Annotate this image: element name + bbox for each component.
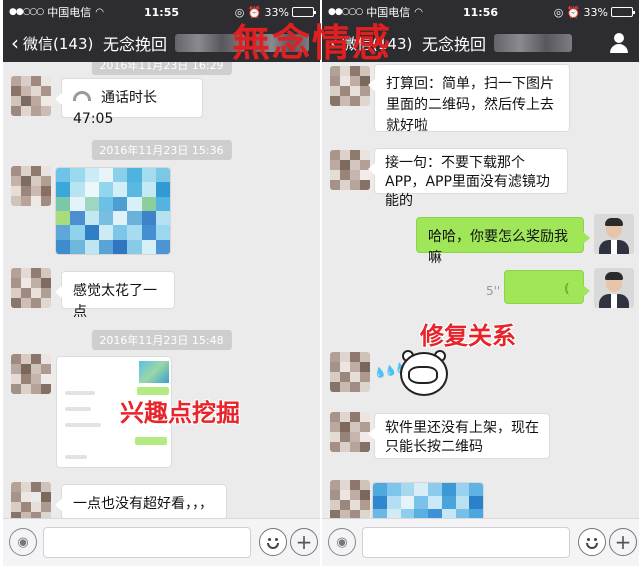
battery-icon [611,7,635,17]
message-text: 接一句：不要下载那个APP，APP里面没有滤镜功能的 [385,155,550,209]
input-bar: ◉ + [322,518,639,566]
my-message-bubble[interactable]: 哈哈，你要怎么奖励我嘛 [416,217,590,266]
chat-title: 无念挽回 [103,35,168,54]
battery-percent: 33% [583,5,608,19]
right-phone-screen: ●●○○○ 中国电信 ◠ 11:56 ◎ ⏰ 33% ‹ 微信(143) 无念挽… [322,0,639,566]
voice-duration: 5'' [486,284,501,298]
person-icon[interactable] [609,32,629,54]
message-bubble[interactable]: 感觉太花了一点 [55,271,175,320]
annotation-repair: 修复关系 [420,322,516,350]
call-record-bubble[interactable]: 通话时长 47:05 [55,78,203,127]
chat-title: 无念挽回 [422,35,487,54]
green-line [135,437,167,445]
brand-watermark: 無念情感 [232,21,393,65]
back-chevron-icon: ‹ [11,31,19,55]
wifi-icon: ◠ [95,6,104,18]
image-message[interactable] [55,167,171,255]
message-text: 一点也没有超好看，，， [73,496,213,512]
screenshot-collage: ●●○○○ 中国电信 ◠ 11:55 ◎ ⏰ 33% ‹ 微信(143) 无念挽… [0,0,640,566]
timestamp: 2016年11月23日 16:29 [91,62,232,75]
message-bubble[interactable]: 打算回：简单，扫一下图片里面的二维码，然后传上去就好啦 [368,64,570,134]
input-bar: ◉ + [3,518,320,566]
contact-avatar[interactable] [330,352,370,392]
contact-avatar[interactable] [11,166,51,206]
thumbnail [139,361,169,383]
message-text: 软件里还没有上架，现在只能长按二维码 [385,420,539,455]
redacted-name [494,34,572,52]
image-message[interactable] [372,482,484,518]
crying-sticker[interactable]: 💧💧💧 [373,350,452,408]
signal-icon: ●●○○○ [9,7,44,17]
voice-message-bubble[interactable]: ⦅ [504,270,590,304]
contact-avatar[interactable] [11,354,51,394]
annotation-interest: 兴趣点挖掘 [120,399,240,427]
contact-avatar[interactable] [330,412,370,452]
message-text: 哈哈，你要怎么奖励我嘛 [428,229,568,266]
emoji-icon[interactable] [578,528,606,556]
my-avatar[interactable] [594,268,634,308]
wifi-icon: ◠ [414,6,423,18]
contact-avatar[interactable] [11,76,51,116]
contact-avatar[interactable] [11,268,51,308]
plus-icon[interactable]: + [290,528,318,556]
text-line [65,455,87,459]
contact-avatar[interactable] [11,482,51,518]
plus-icon[interactable]: + [609,528,637,556]
message-list[interactable]: 2016年11月23日 16:29 通话时长 47:05 2016年11月23日… [3,62,320,518]
voice-toggle-icon[interactable]: ◉ [328,528,356,556]
message-text: 打算回：简单，扫一下图片里面的二维码，然后传上去就好啦 [386,76,554,134]
contact-avatar[interactable] [330,66,370,106]
text-line [65,423,101,427]
status-icons: ◎ ⏰ [553,5,581,19]
timestamp: 2016年11月23日 15:48 [91,330,232,350]
back-label: 微信(143) [23,34,94,53]
phone-call-icon [73,91,91,101]
voice-toggle-icon[interactable]: ◉ [9,528,37,556]
back-button[interactable]: ‹ 微信(143) [3,33,93,54]
message-bubble[interactable]: 接一句：不要下载那个APP，APP里面没有滤镜功能的 [368,148,568,209]
contact-avatar[interactable] [330,480,370,518]
text-line [65,391,95,395]
voice-wave-icon: ⦅ [564,280,569,296]
message-input[interactable] [43,527,251,558]
message-bubble[interactable]: 软件里还没有上架，现在只能长按二维码 [368,413,550,459]
timestamp: 2016年11月23日 15:36 [91,140,232,160]
message-text: 感觉太花了一点 [73,283,157,320]
text-line [65,407,91,411]
contact-avatar[interactable] [330,150,370,190]
carrier-label: 中国电信 [47,6,92,19]
message-input[interactable] [362,527,570,558]
message-list[interactable]: 打算回：简单，扫一下图片里面的二维码，然后传上去就好啦 接一句：不要下载那个AP… [322,62,639,518]
emoji-icon[interactable] [259,528,287,556]
left-phone-screen: ●●○○○ 中国电信 ◠ 11:55 ◎ ⏰ 33% ‹ 微信(143) 无念挽… [3,0,320,566]
my-avatar[interactable] [594,214,634,254]
message-bubble[interactable]: 一点也没有超好看，，， [55,484,227,518]
